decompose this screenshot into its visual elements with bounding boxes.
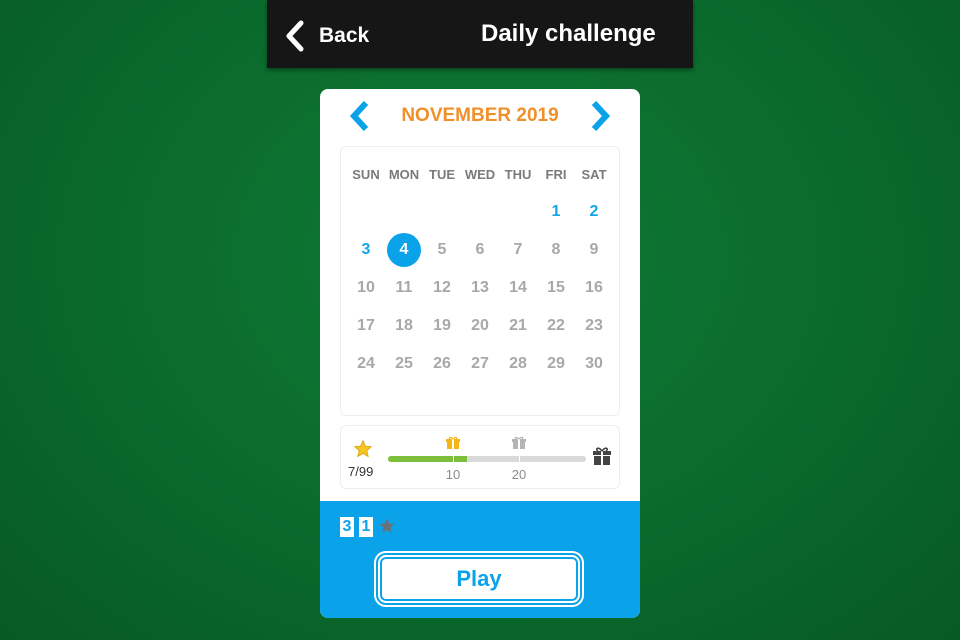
calendar-day[interactable]: 12 <box>425 271 459 305</box>
month-navigation: NOVEMBER 2019 <box>320 100 640 132</box>
star-count: 7/99 <box>348 464 374 479</box>
calendar-day[interactable]: 2 <box>577 195 611 229</box>
progress-bar-fill <box>388 456 468 462</box>
calendar-day-selected[interactable]: 4 <box>387 233 421 267</box>
top-bar: Back Daily challenge <box>267 0 693 68</box>
next-month-button[interactable] <box>588 100 612 132</box>
weekday-header: THU <box>504 167 532 182</box>
calendar-day[interactable]: 8 <box>539 233 573 267</box>
calendar-day[interactable]: 10 <box>349 271 383 305</box>
star-icon <box>378 517 396 540</box>
calendar-day[interactable]: 24 <box>349 347 383 381</box>
milestone-label: 10 <box>445 467 461 482</box>
calendar-day[interactable]: 6 <box>463 233 497 267</box>
calendar-day[interactable]: 19 <box>425 309 459 343</box>
calendar-day[interactable]: 30 <box>577 347 611 381</box>
calendar-day[interactable]: 18 <box>387 309 421 343</box>
weekday-header: FRI <box>545 167 567 182</box>
calendar-day[interactable]: 29 <box>539 347 573 381</box>
weekday-header: SAT <box>581 167 607 182</box>
weekday-header: SUN <box>352 167 380 182</box>
calendar-day[interactable]: 27 <box>463 347 497 381</box>
weekday-header: TUE <box>429 167 455 182</box>
back-label: Back <box>319 24 370 47</box>
star-icon <box>353 439 373 464</box>
calendar-day[interactable]: 9 <box>577 233 611 267</box>
calendar-grid: SUN MON TUE WED THU FRI SAT 1 2 3 4 5 6 7 8 9 10 11 12 13 14… <box>340 146 620 416</box>
gift-icon <box>592 446 612 471</box>
play-button[interactable]: Play <box>374 551 584 607</box>
calendar-day[interactable]: 21 <box>501 309 535 343</box>
gift-icon <box>446 436 460 455</box>
calendar-day[interactable]: 26 <box>425 347 459 381</box>
calendar-day[interactable]: 28 <box>501 347 535 381</box>
calendar-day[interactable]: 16 <box>577 271 611 305</box>
weekday-header: MON <box>388 167 420 182</box>
calendar-day[interactable]: 5 <box>425 233 459 267</box>
calendar-day[interactable]: 14 <box>501 271 535 305</box>
calendar-day[interactable]: 17 <box>349 309 383 343</box>
calendar-day[interactable]: 3 <box>349 233 383 267</box>
calendar-day[interactable]: 15 <box>539 271 573 305</box>
calendar-day[interactable]: 23 <box>577 309 611 343</box>
chevron-left-icon <box>285 20 305 52</box>
gift-icon <box>512 436 526 455</box>
calendar-day[interactable]: 22 <box>539 309 573 343</box>
score-digit: 3 <box>340 517 354 537</box>
score-digit: 1 <box>359 517 373 537</box>
chevron-right-icon <box>591 100 611 132</box>
page-title: Daily challenge <box>481 20 656 47</box>
challenge-footer: 3 1 Play <box>320 501 640 618</box>
weekday-header: WED <box>464 167 496 182</box>
star-progress-panel: 7/99 10 20 <box>340 425 620 489</box>
calendar-day[interactable]: 13 <box>463 271 497 305</box>
calendar-day[interactable]: 20 <box>463 309 497 343</box>
calendar-day[interactable]: 11 <box>387 271 421 305</box>
progress-bar <box>388 456 586 462</box>
calendar-day[interactable]: 1 <box>539 195 573 229</box>
daily-challenge-card: NOVEMBER 2019 SUN MON TUE WED THU FRI SAT 1 2 3 4 5… <box>320 89 640 618</box>
calendar-day[interactable]: 25 <box>387 347 421 381</box>
calendar-day[interactable]: 7 <box>501 233 535 267</box>
back-button[interactable]: Back <box>285 18 369 54</box>
milestone-label: 20 <box>511 467 527 482</box>
